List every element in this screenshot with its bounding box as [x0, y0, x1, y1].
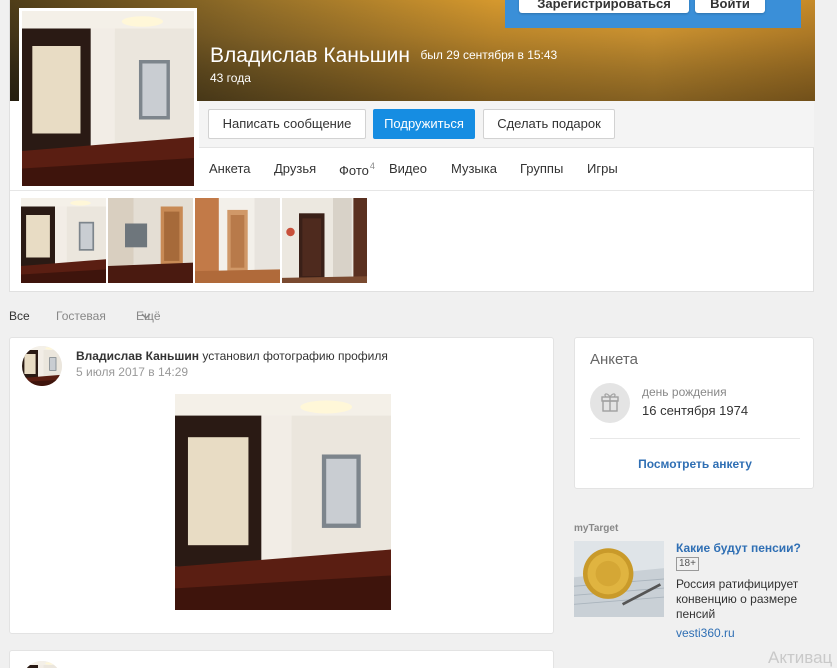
- profile-avatar-image: [22, 11, 194, 186]
- ad-title[interactable]: Какие будут пенсии?: [676, 541, 801, 555]
- birthday-value: 16 сентября 1974: [642, 403, 749, 418]
- photo-thumbnail[interactable]: [282, 198, 367, 283]
- feed-post: Владислав Каньшин установил фотографию п…: [9, 337, 554, 634]
- send-gift-button[interactable]: Сделать подарок: [483, 109, 615, 139]
- tab-photos[interactable]: Фото4: [339, 161, 375, 178]
- anketa-title: Анкета: [590, 351, 638, 368]
- ad-domain-link[interactable]: vesti360.ru: [676, 626, 735, 640]
- photo-thumbnail[interactable]: [21, 198, 106, 283]
- tab-groups[interactable]: Группы: [520, 161, 563, 176]
- post-action-text: установил фотографию профиля: [202, 349, 388, 363]
- profile-avatar[interactable]: [19, 8, 197, 186]
- register-button[interactable]: Зарегистрироваться: [519, 0, 689, 13]
- tab-friends[interactable]: Друзья: [274, 161, 316, 176]
- post-author-avatar[interactable]: [22, 346, 62, 386]
- profile-name: Владислав Каньшин: [210, 44, 410, 67]
- profile-card: Зарегистрироваться Войти Владислав Каньш…: [9, 0, 815, 292]
- photo-thumbnail[interactable]: [108, 198, 193, 283]
- auth-panel: Зарегистрироваться Войти: [505, 0, 801, 28]
- profile-age: 43 года: [210, 71, 251, 85]
- divider: [590, 438, 800, 439]
- filter-more[interactable]: Ещё: [136, 309, 161, 323]
- filter-all[interactable]: Все: [9, 309, 30, 323]
- feed-post: [9, 650, 554, 668]
- photos-count: 4: [369, 161, 375, 171]
- ad-age-badge: 18+: [676, 557, 699, 571]
- ad-source: myTarget: [574, 523, 619, 534]
- login-button[interactable]: Войти: [695, 0, 765, 13]
- photo-thumbnail[interactable]: [195, 198, 280, 283]
- last-seen: был 29 сентября в 15:43: [420, 48, 558, 62]
- add-friend-button[interactable]: Подружиться: [373, 109, 475, 139]
- post-author[interactable]: Владислав Каньшин: [76, 349, 199, 363]
- post-date[interactable]: 5 июля 2017 в 14:29: [76, 365, 188, 379]
- birthday-label: день рождения: [642, 385, 727, 399]
- filter-guestbook[interactable]: Гостевая: [56, 309, 106, 323]
- post-author-avatar[interactable]: [22, 661, 62, 668]
- tab-games[interactable]: Игры: [587, 161, 618, 176]
- view-anketa-link[interactable]: Посмотреть анкету: [575, 457, 815, 471]
- action-bar: Написать сообщение Подружиться Сделать п…: [199, 101, 814, 148]
- write-message-button[interactable]: Написать сообщение: [208, 109, 366, 139]
- name-block: Владислав Каньшин был 29 сентября в 15:4…: [210, 44, 557, 68]
- tab-photos-label: Фото: [339, 163, 369, 178]
- divider: [10, 190, 815, 191]
- filter-more-label: Ещё: [136, 309, 161, 323]
- anketa-card: Анкета день рождения 16 сентября 1974 По…: [574, 337, 814, 489]
- tab-anketa[interactable]: Анкета: [209, 161, 251, 176]
- tab-music[interactable]: Музыка: [451, 161, 497, 176]
- tab-video[interactable]: Видео: [389, 161, 427, 176]
- activation-watermark: Активац: [768, 648, 833, 667]
- ad-text[interactable]: Россия ратифицирует конвенцию о размере …: [676, 577, 826, 622]
- ad-image[interactable]: [574, 541, 664, 617]
- post-header: Владислав Каньшин установил фотографию п…: [76, 349, 388, 363]
- gift-icon: [590, 383, 630, 423]
- post-photo[interactable]: [175, 394, 391, 610]
